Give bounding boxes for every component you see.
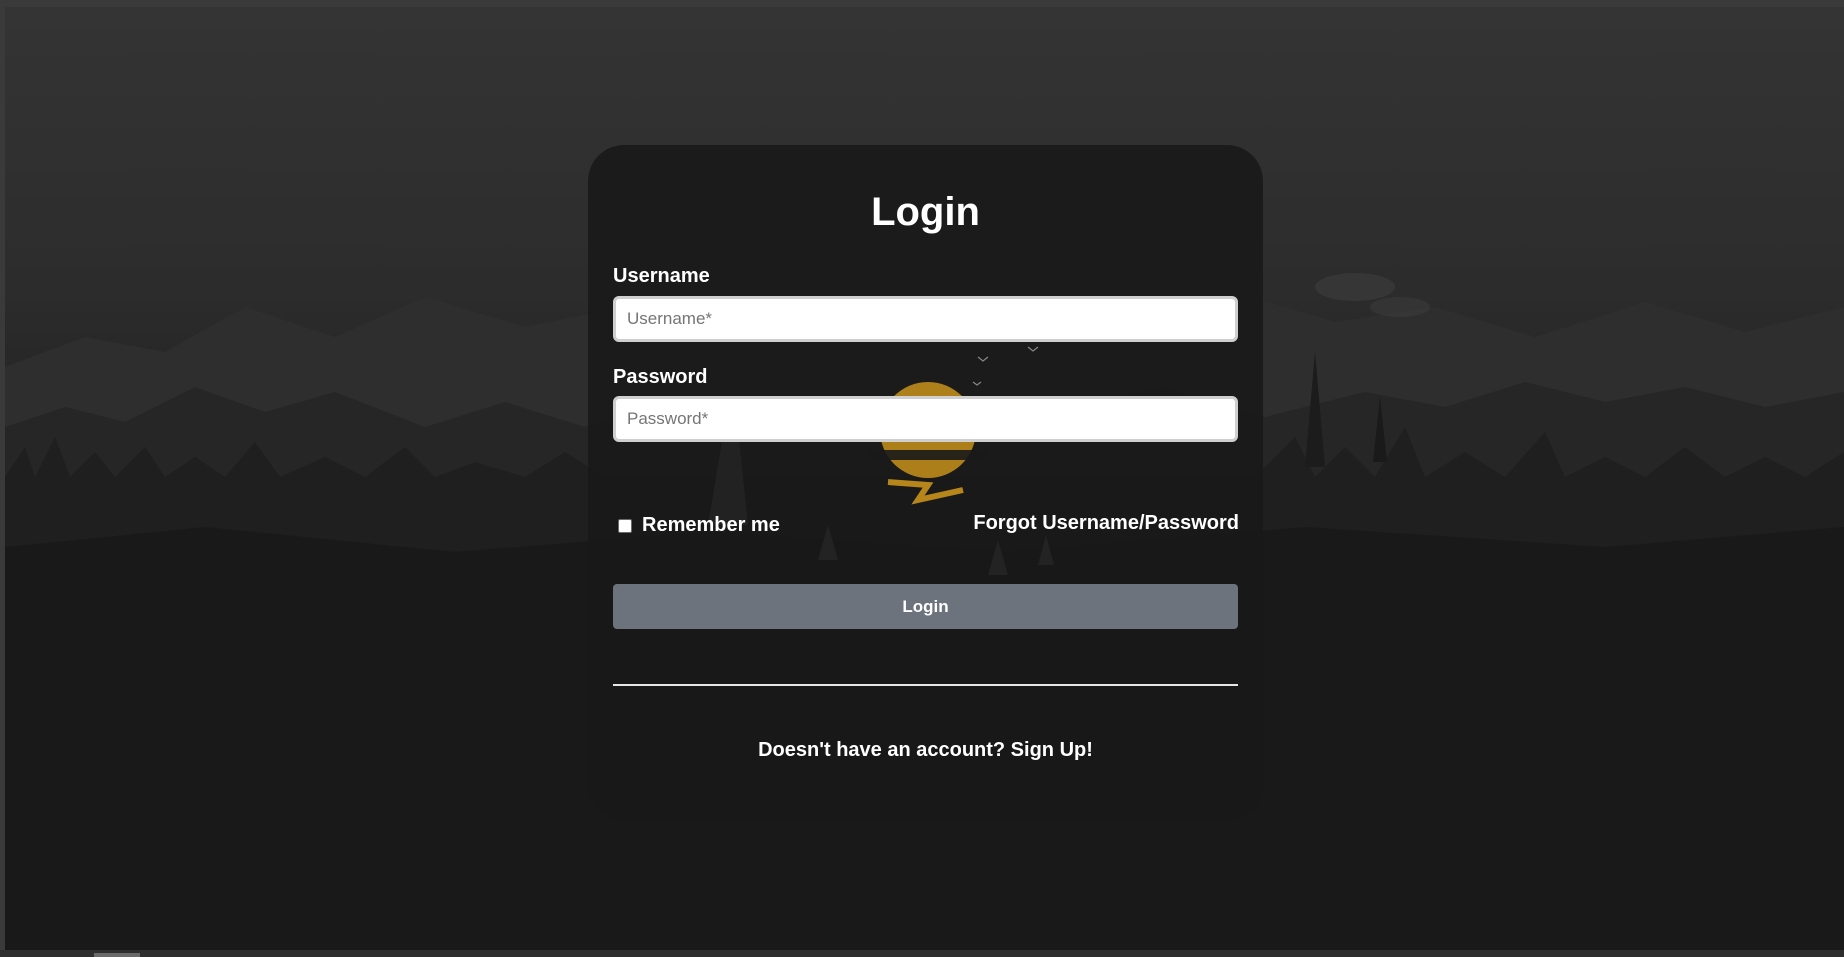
- page-title: Login: [871, 190, 980, 234]
- window-bottom-edge: [0, 950, 1844, 957]
- username-input[interactable]: [613, 296, 1238, 342]
- remember-me-row: Remember me: [618, 514, 780, 537]
- remember-me-checkbox[interactable]: [618, 518, 632, 533]
- sunset-illustration: [708, 346, 1054, 575]
- divider: [613, 684, 1238, 686]
- password-input[interactable]: [613, 396, 1238, 442]
- scrollbar-thumb[interactable]: [94, 953, 140, 957]
- signup-link[interactable]: Doesn't have an account? Sign Up!: [758, 739, 1093, 761]
- forgot-credentials-link[interactable]: Forgot Username/Password: [973, 512, 1239, 535]
- login-button[interactable]: Login: [613, 584, 1238, 629]
- remember-me-label[interactable]: Remember me: [642, 514, 780, 537]
- signup-prompt: Doesn't have an account? Sign Up!: [588, 739, 1263, 762]
- login-card: Login Username Password Remember me Forg…: [588, 145, 1263, 820]
- username-label: Username: [613, 265, 710, 287]
- password-label: Password: [613, 366, 708, 388]
